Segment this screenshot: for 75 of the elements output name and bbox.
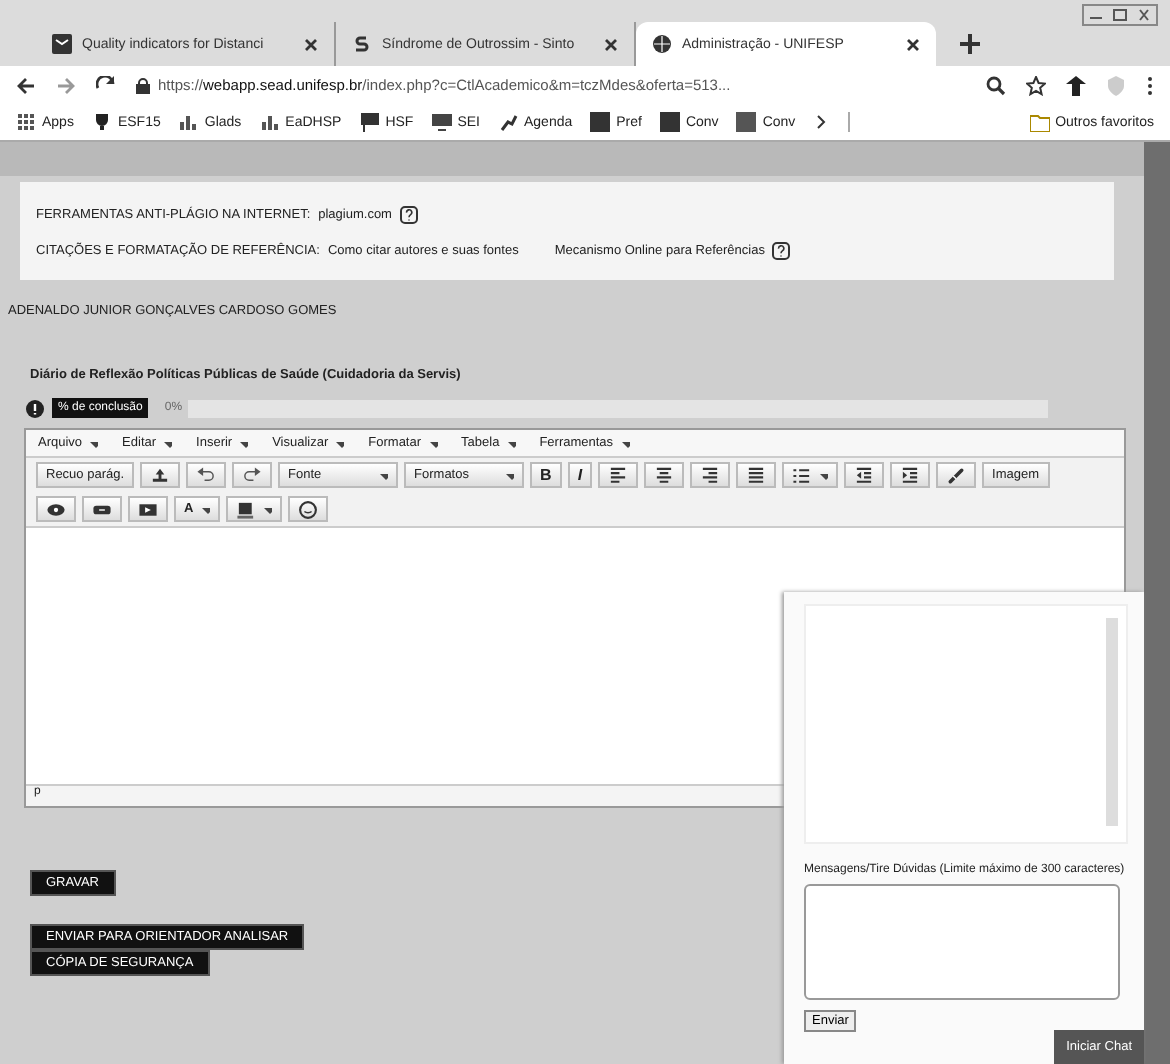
eye-icon: [46, 499, 66, 519]
undo-icon: [196, 465, 217, 485]
scrollbar[interactable]: [1106, 618, 1118, 826]
align-left-button[interactable]: [598, 462, 639, 488]
upload-button[interactable]: [140, 462, 181, 488]
indent-icon: [900, 465, 921, 485]
caret-icon: [162, 439, 173, 447]
square-icon: [590, 112, 611, 132]
caret-icon: [818, 471, 829, 479]
monitor-icon: [431, 112, 452, 132]
bold-button[interactable]: B: [530, 462, 562, 488]
chart-icon: [259, 112, 280, 132]
zoom-icon[interactable]: [986, 75, 1006, 95]
close-icon[interactable]: [304, 37, 318, 51]
upload-icon: [150, 465, 171, 485]
smiley-icon: [297, 499, 318, 519]
star-icon[interactable]: [1026, 75, 1046, 95]
film-icon: [138, 499, 158, 519]
chart-icon: [178, 112, 199, 132]
message-field[interactable]: [804, 884, 1120, 1001]
outdent-icon: [854, 465, 875, 485]
caret-icon: [378, 471, 389, 479]
redo-icon: [242, 465, 263, 485]
maximize-icon[interactable]: [1108, 6, 1132, 24]
italic-button[interactable]: I: [567, 462, 593, 488]
caret-icon: [199, 505, 210, 513]
indent-button[interactable]: [890, 462, 931, 488]
caret-icon: [88, 439, 99, 447]
caret-icon: [505, 439, 516, 447]
apps-grid-icon: [16, 112, 36, 132]
caret-icon: [238, 439, 249, 447]
square-icon: [659, 112, 680, 132]
eye-button[interactable]: [36, 496, 76, 522]
justify-button[interactable]: [736, 462, 777, 488]
justify-icon: [746, 465, 767, 485]
trophy-icon: [91, 112, 112, 132]
caret-icon: [427, 439, 438, 447]
forward-icon[interactable]: [56, 75, 76, 95]
caret-icon: [504, 471, 515, 479]
more-icon[interactable]: [813, 114, 830, 130]
new-tab-icon[interactable]: [960, 34, 980, 54]
s-logo-icon: [352, 34, 372, 54]
film-button[interactable]: [128, 496, 168, 522]
undo-button[interactable]: [186, 462, 227, 488]
align-right-icon: [700, 465, 721, 485]
close-icon[interactable]: [906, 37, 920, 51]
highlight-button[interactable]: [225, 496, 282, 522]
lock-icon: [136, 77, 150, 93]
help-icon[interactable]: [772, 242, 791, 260]
align-right-button[interactable]: [690, 462, 731, 488]
close-icon[interactable]: [604, 37, 618, 51]
flag-icon: [359, 112, 380, 132]
outdent-button[interactable]: [844, 462, 885, 488]
link-button[interactable]: [936, 462, 977, 488]
list-icon: [792, 465, 813, 485]
caret-icon: [334, 439, 345, 447]
scrollbar[interactable]: [1144, 142, 1170, 1064]
highlight-icon: [235, 499, 256, 519]
envelope-icon: [52, 34, 72, 54]
caret-icon: [261, 505, 272, 513]
help-icon[interactable]: [399, 206, 418, 224]
globe-icon: [652, 34, 672, 54]
align-left-icon: [608, 465, 629, 485]
align-center-icon: [654, 465, 675, 485]
more-icon[interactable]: [1146, 75, 1154, 95]
caret-icon: [619, 439, 630, 447]
back-icon[interactable]: [16, 75, 36, 95]
media-button[interactable]: [82, 496, 122, 522]
square-icon: [736, 112, 757, 132]
align-center-button[interactable]: [644, 462, 685, 488]
redo-button[interactable]: [232, 462, 273, 488]
info-icon: [26, 399, 44, 417]
folder-icon: [1029, 113, 1050, 131]
smiley-button[interactable]: [287, 496, 328, 522]
list-button[interactable]: [782, 462, 839, 488]
